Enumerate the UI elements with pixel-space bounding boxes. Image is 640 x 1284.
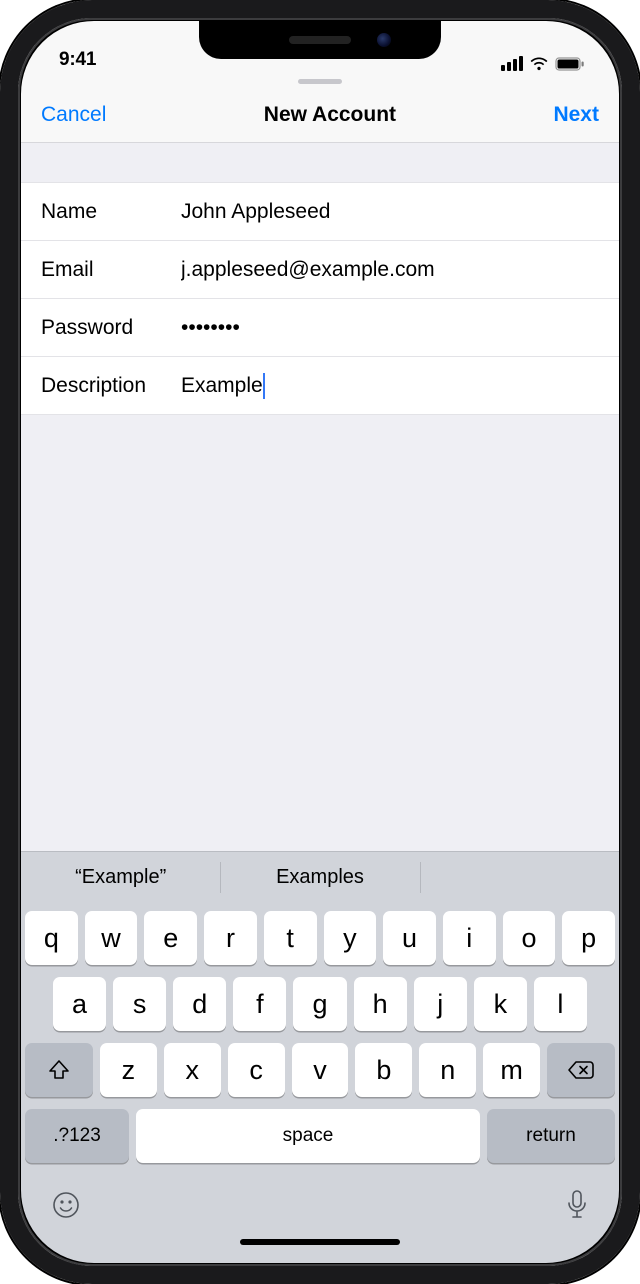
- name-input[interactable]: [181, 200, 599, 224]
- device-front-camera: [377, 33, 391, 47]
- battery-icon: [555, 57, 585, 71]
- emoji-icon: [51, 1190, 81, 1220]
- backspace-key[interactable]: [547, 1043, 615, 1097]
- space-key[interactable]: space: [136, 1109, 480, 1163]
- device-volume-down: [0, 340, 3, 414]
- key-j[interactable]: j: [414, 977, 467, 1031]
- key-l[interactable]: l: [534, 977, 587, 1031]
- key-t[interactable]: t: [264, 911, 317, 965]
- predictive-bar: “Example” Examples: [21, 851, 619, 903]
- shift-key[interactable]: [25, 1043, 93, 1097]
- key-m[interactable]: m: [483, 1043, 540, 1097]
- description-input[interactable]: Example: [181, 373, 599, 399]
- sheet-grab-handle[interactable]: [21, 75, 619, 87]
- key-r[interactable]: r: [204, 911, 257, 965]
- content-background: [21, 415, 619, 851]
- status-icons: [501, 56, 585, 71]
- key-i[interactable]: i: [443, 911, 496, 965]
- key-p[interactable]: p: [562, 911, 615, 965]
- key-s[interactable]: s: [113, 977, 166, 1031]
- description-row[interactable]: Description Example: [21, 357, 619, 415]
- name-row[interactable]: Name: [21, 183, 619, 241]
- description-label: Description: [41, 374, 181, 398]
- key-y[interactable]: y: [324, 911, 377, 965]
- page-title: New Account: [264, 103, 396, 127]
- password-input[interactable]: [181, 316, 599, 340]
- screen: 9:41 Cancel New Account Next Name: [21, 21, 619, 1263]
- key-e[interactable]: e: [144, 911, 197, 965]
- device-speaker: [289, 36, 351, 44]
- email-row[interactable]: Email: [21, 241, 619, 299]
- key-b[interactable]: b: [355, 1043, 412, 1097]
- key-v[interactable]: v: [292, 1043, 349, 1097]
- keyboard-toolbar: [21, 1179, 619, 1233]
- email-input[interactable]: [181, 258, 599, 282]
- numbers-key[interactable]: .?123: [25, 1109, 129, 1163]
- email-label: Email: [41, 258, 181, 282]
- password-row[interactable]: Password: [21, 299, 619, 357]
- key-g[interactable]: g: [293, 977, 346, 1031]
- key-a[interactable]: a: [53, 977, 106, 1031]
- key-x[interactable]: x: [164, 1043, 221, 1097]
- keyboard: q w e r t y u i o p a s d f g h j k l z: [21, 903, 619, 1179]
- status-time: 9:41: [59, 49, 96, 71]
- predictive-suggestion-1[interactable]: “Example”: [21, 852, 220, 903]
- key-q[interactable]: q: [25, 911, 78, 965]
- key-u[interactable]: u: [383, 911, 436, 965]
- key-c[interactable]: c: [228, 1043, 285, 1097]
- cellular-icon: [501, 56, 523, 71]
- keyboard-row-2: a s d f g h j k l: [25, 977, 615, 1031]
- predictive-suggestion-2[interactable]: Examples: [220, 852, 419, 903]
- keyboard-row-1: q w e r t y u i o p: [25, 911, 615, 965]
- account-form: Name Email Password Description Example: [21, 183, 619, 415]
- password-label: Password: [41, 316, 181, 340]
- home-indicator[interactable]: [240, 1239, 400, 1245]
- form-top-spacer: [21, 143, 619, 183]
- next-button[interactable]: Next: [553, 103, 599, 127]
- return-key[interactable]: return: [487, 1109, 615, 1163]
- key-n[interactable]: n: [419, 1043, 476, 1097]
- dictation-button[interactable]: [565, 1189, 589, 1224]
- keyboard-row-3: z x c v b n m: [25, 1043, 615, 1097]
- nav-bar: Cancel New Account Next: [21, 87, 619, 143]
- microphone-icon: [565, 1189, 589, 1221]
- text-caret: [263, 373, 265, 399]
- cancel-button[interactable]: Cancel: [41, 103, 106, 127]
- home-indicator-area: [21, 1233, 619, 1263]
- key-f[interactable]: f: [233, 977, 286, 1031]
- key-w[interactable]: w: [85, 911, 138, 965]
- keyboard-row-4: .?123 space return: [25, 1109, 615, 1163]
- device-notch: [199, 21, 441, 59]
- predictive-empty: [420, 852, 619, 903]
- description-value: Example: [181, 374, 263, 398]
- backspace-icon: [567, 1059, 595, 1081]
- key-z[interactable]: z: [100, 1043, 157, 1097]
- device-volume-up: [0, 248, 3, 322]
- key-o[interactable]: o: [503, 911, 556, 965]
- key-h[interactable]: h: [354, 977, 407, 1031]
- key-k[interactable]: k: [474, 977, 527, 1031]
- device-silence-switch: [0, 178, 3, 218]
- name-label: Name: [41, 200, 181, 224]
- emoji-button[interactable]: [51, 1190, 81, 1223]
- shift-icon: [47, 1058, 71, 1082]
- key-d[interactable]: d: [173, 977, 226, 1031]
- wifi-icon: [529, 57, 549, 71]
